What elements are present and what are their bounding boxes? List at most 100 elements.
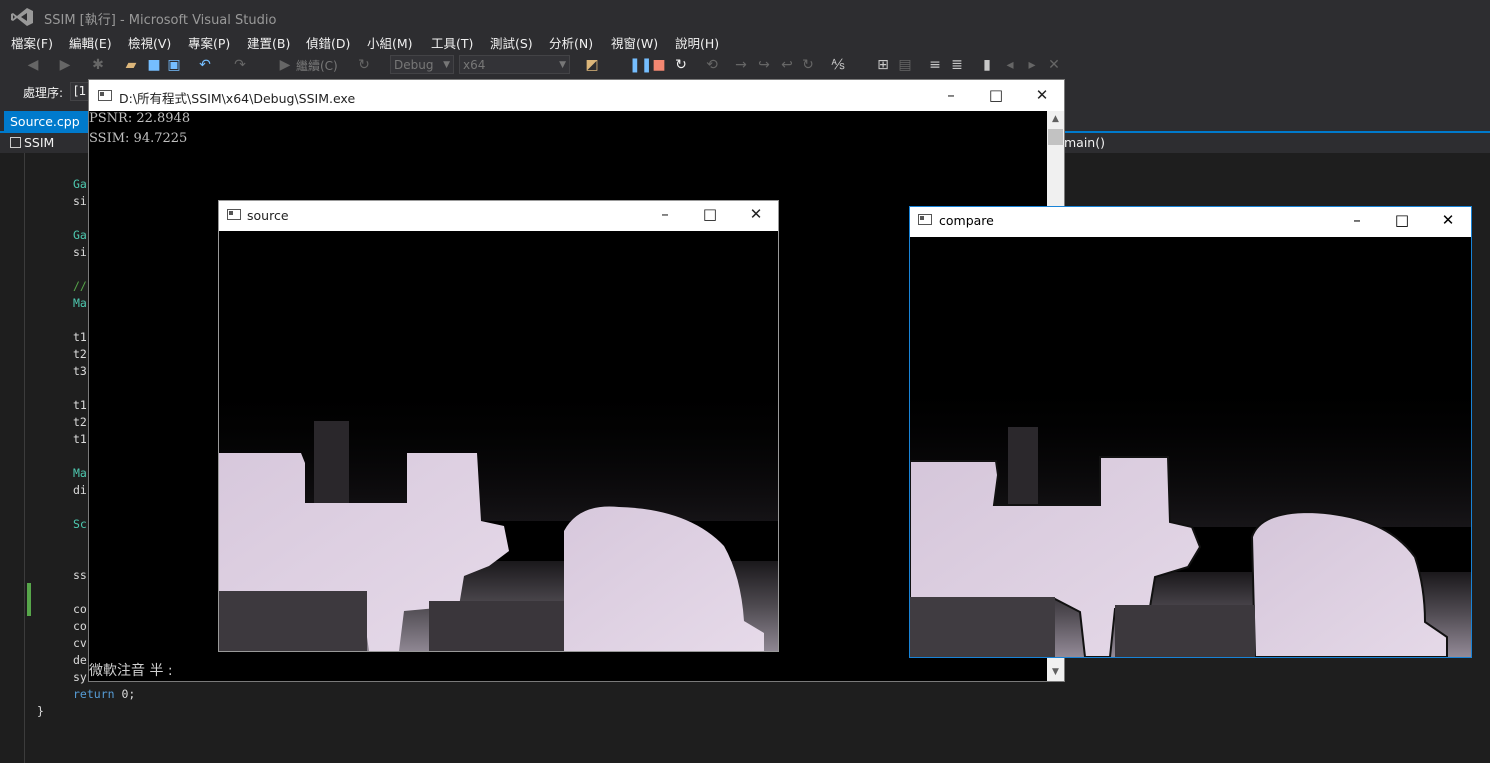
vs-title-bar: SSIM [執行] - Microsoft Visual Studio bbox=[0, 0, 1490, 32]
continue-icon[interactable]: ▶ bbox=[277, 57, 293, 73]
menu-edit[interactable]: 編輯(E) bbox=[69, 33, 112, 52]
show-next-statement-icon[interactable]: ⟲ bbox=[704, 57, 720, 73]
code-line: Sc bbox=[73, 517, 87, 531]
minimize-icon[interactable]: – bbox=[655, 204, 675, 224]
configuration-value: Debug bbox=[394, 58, 434, 72]
bookmark-icon[interactable]: ▮ bbox=[979, 57, 995, 73]
menu-view[interactable]: 檢視(V) bbox=[128, 33, 171, 52]
forward-icon[interactable]: ▶ bbox=[57, 57, 73, 73]
process-select[interactable]: [1 bbox=[70, 82, 90, 101]
step-out-icon[interactable]: ↩ bbox=[779, 57, 795, 73]
code-line: si bbox=[73, 245, 87, 259]
nav-project-label: SSIM bbox=[24, 135, 55, 150]
compare-depth-image bbox=[910, 237, 1471, 657]
menu-project[interactable]: 專案(P) bbox=[188, 33, 230, 52]
source-app-icon bbox=[227, 209, 241, 220]
attach-process-icon[interactable]: ◩ bbox=[584, 57, 600, 73]
menu-team[interactable]: 小組(M) bbox=[367, 33, 413, 52]
vs-toolbar: ◀ ▶ ✱ ▰ ■ ▣ ↶ ↷ ▶ 繼續(C) ↻ Debug ▼ x64 ▼ ◩ … bbox=[0, 52, 1490, 78]
nav-project-dropdown[interactable]: SSIM bbox=[10, 135, 54, 150]
ime-status: 微軟注音 半 : bbox=[89, 663, 173, 679]
tab-source-cpp[interactable]: Source.cpp bbox=[4, 111, 88, 133]
menu-window[interactable]: 視窗(W) bbox=[611, 33, 658, 52]
compare-window[interactable]: compare – □ ✕ bbox=[909, 206, 1472, 658]
maximize-icon[interactable]: □ bbox=[986, 85, 1006, 105]
source-depth-image bbox=[219, 231, 778, 651]
stop-icon[interactable]: ■ bbox=[651, 57, 667, 73]
scroll-thumb[interactable] bbox=[1048, 129, 1063, 145]
compare-app-icon bbox=[918, 214, 932, 225]
next-bookmark-icon[interactable]: ▸ bbox=[1024, 57, 1040, 73]
return-statement: return 0; bbox=[73, 687, 135, 701]
platform-select[interactable]: x64 ▼ bbox=[459, 55, 570, 74]
code-line: t2 bbox=[73, 347, 87, 361]
redo-icon[interactable]: ↷ bbox=[232, 57, 248, 73]
stack-frame-icon[interactable]: ▤ bbox=[897, 57, 913, 73]
close-icon[interactable]: ✕ bbox=[746, 204, 766, 224]
vs-menu-bar: 檔案(F) 編輯(E) 檢視(V) 專案(P) 建置(B) 偵錯(D) 小組(M… bbox=[0, 32, 1490, 52]
restart-arrow-icon[interactable]: ↻ bbox=[356, 57, 372, 73]
thread-icon[interactable]: ⊞ bbox=[875, 57, 891, 73]
process-label: 處理序: bbox=[23, 86, 64, 100]
platform-value: x64 bbox=[463, 58, 486, 72]
scroll-down-icon[interactable]: ▼ bbox=[1047, 664, 1064, 681]
menu-tools[interactable]: 工具(T) bbox=[431, 33, 473, 52]
code-line: de bbox=[73, 653, 87, 667]
source-window[interactable]: source – □ ✕ bbox=[218, 200, 779, 652]
process-value: [1 bbox=[74, 84, 87, 98]
code-line: t1 bbox=[73, 432, 87, 446]
close-icon[interactable]: ✕ bbox=[1438, 210, 1458, 230]
code-line: di bbox=[73, 483, 87, 497]
save-all-icon[interactable]: ▣ bbox=[166, 57, 182, 73]
source-window-title: source bbox=[247, 208, 289, 223]
maximize-icon[interactable]: □ bbox=[1392, 210, 1412, 230]
uncomment-icon[interactable]: ≣ bbox=[949, 57, 965, 73]
code-line: t1 bbox=[73, 398, 87, 412]
code-line: // bbox=[73, 279, 87, 293]
code-line: t3 bbox=[73, 364, 87, 378]
ssim-output: SSIM: 94.7225 bbox=[89, 131, 188, 146]
step-over-icon[interactable]: ↪ bbox=[756, 57, 772, 73]
code-line: co bbox=[73, 619, 87, 633]
menu-file[interactable]: 檔案(F) bbox=[11, 33, 53, 52]
minimize-icon[interactable]: – bbox=[1347, 210, 1367, 230]
code-line: t2 bbox=[73, 415, 87, 429]
hex-display-icon[interactable]: ⅍ bbox=[830, 57, 846, 73]
save-icon[interactable]: ■ bbox=[146, 57, 162, 73]
nav-function-dropdown[interactable]: main() bbox=[1064, 135, 1105, 150]
change-tracking-marker bbox=[27, 583, 31, 616]
menu-analyze[interactable]: 分析(N) bbox=[549, 33, 593, 52]
comment-icon[interactable]: ≡ bbox=[927, 57, 943, 73]
clear-bookmarks-icon[interactable]: ✕ bbox=[1046, 57, 1062, 73]
visual-studio-logo-icon bbox=[11, 8, 33, 26]
menu-test[interactable]: 測試(S) bbox=[490, 33, 533, 52]
code-line: Ga bbox=[73, 228, 87, 242]
refresh-icon[interactable]: ↻ bbox=[800, 57, 816, 73]
pause-icon[interactable]: ❚❚ bbox=[629, 57, 652, 73]
code-line: sy bbox=[73, 670, 87, 684]
continue-label[interactable]: 繼續(C) bbox=[296, 57, 338, 74]
console-caption-bar[interactable]: D:\所有程式\SSIM\x64\Debug\SSIM.exe – □ ✕ bbox=[89, 80, 1064, 111]
maximize-icon[interactable]: □ bbox=[700, 204, 720, 224]
menu-build[interactable]: 建置(B) bbox=[247, 33, 290, 52]
depth-map-svg bbox=[910, 237, 1471, 657]
close-icon[interactable]: ✕ bbox=[1032, 85, 1052, 105]
undo-icon[interactable]: ↶ bbox=[197, 57, 213, 73]
chevron-down-icon: ▼ bbox=[559, 60, 566, 70]
menu-debug[interactable]: 偵錯(D) bbox=[306, 33, 350, 52]
step-into-icon[interactable]: → bbox=[733, 57, 749, 73]
code-line: ss bbox=[73, 568, 87, 582]
configuration-select[interactable]: Debug ▼ bbox=[390, 55, 454, 74]
chevron-down-icon: ▼ bbox=[443, 60, 450, 70]
back-icon[interactable]: ◀ bbox=[25, 57, 41, 73]
code-line: co bbox=[73, 602, 87, 616]
minimize-icon[interactable]: – bbox=[941, 85, 961, 105]
scroll-up-icon[interactable]: ▲ bbox=[1047, 111, 1064, 128]
open-folder-icon[interactable]: ▰ bbox=[123, 57, 139, 73]
return-value: 0; bbox=[114, 687, 136, 701]
return-keyword: return bbox=[73, 687, 115, 701]
menu-help[interactable]: 說明(H) bbox=[675, 33, 719, 52]
restart-icon[interactable]: ↻ bbox=[673, 57, 689, 73]
new-item-icon[interactable]: ✱ bbox=[90, 57, 106, 73]
prev-bookmark-icon[interactable]: ◂ bbox=[1002, 57, 1018, 73]
